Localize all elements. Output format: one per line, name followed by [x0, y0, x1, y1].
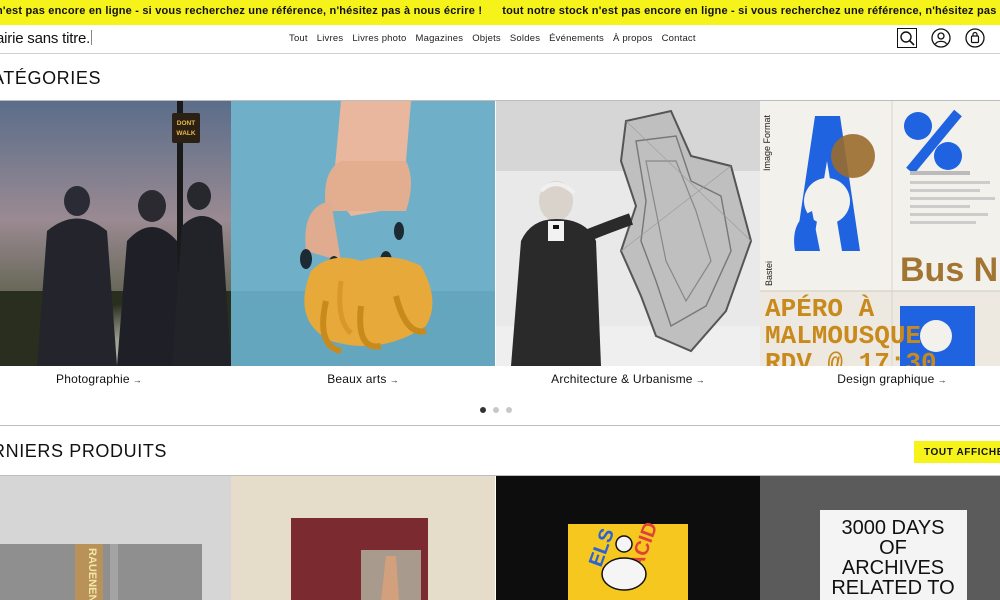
announcement-banner: n'est pas encore en ligne - si vous rech…: [0, 0, 1000, 25]
product-card[interactable]: RAUENEN: [0, 476, 231, 600]
nav-item-contact[interactable]: Contact: [662, 33, 696, 44]
poster-text-image-format: Image Format: [762, 114, 772, 171]
view-all-button[interactable]: TOUT AFFICHER: [914, 441, 1000, 463]
poster-text-apero: APÉRO À: [765, 294, 875, 324]
dont-walk-sign: DONT: [177, 120, 195, 127]
svg-text:WALK: WALK: [176, 130, 195, 137]
product-image: ELS ACID: [496, 476, 760, 600]
product-image: 3000 DAYS OF ARCHIVES RELATED TO: [760, 476, 1000, 600]
category-card-architecture[interactable]: [496, 101, 760, 366]
user-icon: [931, 28, 951, 48]
poster-text-bus: Bus N: [900, 251, 998, 289]
category-label-photographie[interactable]: Photographie →: [0, 372, 231, 386]
nav-item-magazines[interactable]: Magazines: [415, 33, 463, 44]
banner-message: n'est pas encore en ligne - si vous rech…: [0, 5, 483, 17]
category-image-architecture: [496, 101, 760, 366]
search-icon: [900, 31, 915, 46]
bag-icon: [965, 28, 985, 48]
svg-text:ARCHIVES: ARCHIVES: [842, 557, 944, 579]
carousel-dot-2[interactable]: [493, 407, 499, 413]
categories-heading: ATÉGORIES: [0, 68, 102, 88]
nav-item-livres[interactable]: Livres: [317, 33, 344, 44]
product-image: RAUENEN: [0, 476, 231, 600]
category-label-beaux-arts[interactable]: Beaux arts →: [231, 372, 495, 386]
latest-products-heading: RNIERS PRODUITS: [0, 441, 168, 461]
account-button[interactable]: [931, 28, 951, 48]
category-image-design-graphique: Image Format Bastei Bus N APÉRO À MALMOU…: [760, 101, 1000, 366]
search-button[interactable]: [897, 28, 917, 48]
svg-text:Bastei: Bastei: [764, 261, 774, 286]
carousel-pagination: [480, 407, 512, 413]
category-label-architecture[interactable]: Architecture & Urbanisme →: [496, 372, 760, 386]
category-image-photographie: DONT WALK: [0, 101, 231, 366]
product-card[interactable]: 3000 DAYS OF ARCHIVES RELATED TO: [760, 476, 1000, 600]
nav-item-tout[interactable]: Tout: [289, 33, 308, 44]
product-card[interactable]: ELS ACID: [496, 476, 760, 600]
arrow-right-icon: →: [389, 375, 399, 385]
nav-item-objets[interactable]: Objets: [472, 33, 501, 44]
product-card[interactable]: [231, 476, 495, 600]
carousel-dot-3[interactable]: [506, 407, 512, 413]
site-logo[interactable]: airie sans titre.: [0, 30, 93, 47]
archive-book-title: 3000 DAYS: [841, 517, 944, 539]
nav-item-livres-photo[interactable]: Livres photo: [352, 33, 406, 44]
nav-item-soldes[interactable]: Soldes: [510, 33, 540, 44]
category-card-design-graphique[interactable]: Image Format Bastei Bus N APÉRO À MALMOU…: [760, 101, 1000, 366]
main-nav: Tout Livres Livres photo Magazines Objet…: [289, 33, 696, 44]
svg-text:RDV @ 17:30: RDV @ 17:30: [765, 348, 937, 366]
svg-text:RELATED TO: RELATED TO: [831, 577, 954, 599]
banner-message: tout notre stock n'est pas encore en lig…: [502, 5, 1000, 17]
nav-item-evenements[interactable]: Événements: [549, 33, 604, 44]
category-card-photographie[interactable]: DONT WALK: [0, 101, 231, 366]
arrow-right-icon: →: [132, 375, 142, 385]
category-label-design-graphique[interactable]: Design graphique →: [760, 372, 1000, 386]
product-image: [231, 476, 495, 600]
book-spine-text: RAUENEN: [86, 548, 98, 600]
arrow-right-icon: →: [937, 375, 947, 385]
svg-text:MALMOUSQUE: MALMOUSQUE: [765, 321, 921, 351]
svg-text:OF: OF: [879, 537, 907, 559]
category-card-beaux-arts[interactable]: [231, 101, 495, 366]
category-image-beaux-arts: [231, 101, 495, 366]
divider: [0, 425, 1000, 426]
nav-item-a-propos[interactable]: À propos: [613, 33, 653, 44]
arrow-right-icon: →: [695, 375, 705, 385]
cart-button[interactable]: [965, 28, 985, 48]
site-header: airie sans titre. Tout Livres Livres pho…: [0, 25, 1000, 54]
carousel-dot-1[interactable]: [480, 407, 486, 413]
